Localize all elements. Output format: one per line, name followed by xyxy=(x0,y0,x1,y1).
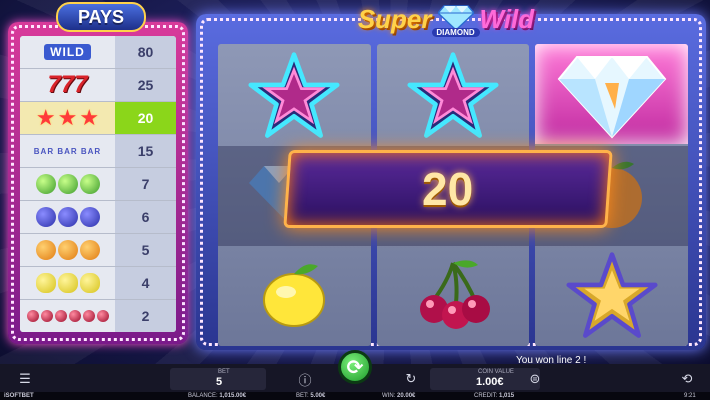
balance-label: BALANCE: xyxy=(188,393,218,399)
star-symbol xyxy=(218,46,371,146)
watermelon-symbol-icon xyxy=(20,168,115,200)
bar-symbol-icon: BAR BAR BAR xyxy=(20,135,115,167)
bet-status-value: 5.00€ xyxy=(310,393,326,399)
pay-value: 4 xyxy=(115,267,176,299)
wild-symbol-icon: WILD xyxy=(20,36,115,68)
star-symbol xyxy=(535,246,688,346)
star-symbol-icon: ★ ★ ★ xyxy=(20,102,115,134)
pay-value: 20 xyxy=(115,102,176,134)
pay-value: 5 xyxy=(115,234,176,266)
pay-row-star: ★ ★ ★ 20 xyxy=(20,102,176,135)
logo-badge: DIAMOND xyxy=(431,28,480,37)
lemon-symbol-icon xyxy=(20,267,115,299)
win-amount: 20 xyxy=(422,163,474,215)
autoplay-icon[interactable]: ↻ xyxy=(402,370,420,388)
logo-word-wild: Wild xyxy=(479,3,535,34)
status-bar: iSOFTBET BALANCE: 1,015.00€ BET: 5.00€ W… xyxy=(0,392,710,400)
pay-value: 15 xyxy=(115,135,176,167)
pay-value: 6 xyxy=(115,201,176,233)
win-amount-banner: 20 xyxy=(283,150,613,228)
pay-row-wild: WILD 80 xyxy=(20,36,176,69)
info-icon[interactable]: ⓘ xyxy=(296,370,314,388)
logo-word-super: Super xyxy=(357,3,432,34)
pay-row-watermelon: 7 xyxy=(20,168,176,201)
diamond-logo-icon: DIAMOND xyxy=(431,4,480,37)
pay-value: 7 xyxy=(115,168,176,200)
coin-value-label: COIN VALUE xyxy=(478,369,514,375)
game-stage: PAYS WILD 80 777 25 ★ ★ ★ 20 BAR BAR BAR… xyxy=(0,0,710,370)
pay-row-bar: BAR BAR BAR 15 xyxy=(20,135,176,168)
paytable-panel: WILD 80 777 25 ★ ★ ★ 20 BAR BAR BAR 15 7… xyxy=(8,22,188,344)
orange-symbol-icon xyxy=(20,234,115,266)
bet-selector[interactable]: BET 5 xyxy=(170,368,266,390)
balance-status: BALANCE: 1,015.00€ xyxy=(188,392,246,400)
balance-value: 1,015.00€ xyxy=(219,393,247,399)
clock: 9:21 xyxy=(684,393,696,399)
bet-status: BET: 5.00€ xyxy=(296,392,325,400)
win-status-value: 20.00€ xyxy=(397,393,416,399)
win-status-label: WIN: xyxy=(382,393,396,399)
lemon-symbol xyxy=(218,246,371,346)
credit-label: CREDIT: xyxy=(474,393,498,399)
credit-status: CREDIT: 1,015 xyxy=(474,392,514,400)
diamond-symbol xyxy=(535,44,689,144)
pay-row-orange: 5 xyxy=(20,234,176,267)
pay-row-plum: 6 xyxy=(20,201,176,234)
game-logo: Super DIAMOND Wild xyxy=(316,2,576,37)
pay-value: 80 xyxy=(115,36,176,68)
bet-label: BET xyxy=(218,369,230,375)
pay-value: 25 xyxy=(115,69,176,101)
coins-icon[interactable]: ⊜ xyxy=(526,370,544,388)
menu-icon[interactable]: ☰ xyxy=(16,370,34,388)
win-message: You won line 2 ! xyxy=(516,355,587,366)
pay-row-lemon: 4 xyxy=(20,267,176,300)
coin-value-selector[interactable]: COIN VALUE 1.00€ xyxy=(430,368,540,390)
brand-label: iSOFTBET xyxy=(4,393,34,399)
star-symbol xyxy=(377,46,530,146)
coin-value: 1.00€ xyxy=(476,376,504,388)
history-icon[interactable]: ⟲ xyxy=(678,370,696,388)
pay-row-seven: 777 25 xyxy=(20,69,176,102)
credit-value: 1,015 xyxy=(499,393,515,399)
cherries-symbol xyxy=(377,246,530,346)
pay-row-cherry: 2 xyxy=(20,300,176,332)
paytable-rows: WILD 80 777 25 ★ ★ ★ 20 BAR BAR BAR 15 7… xyxy=(20,36,176,332)
seven-symbol-icon: 777 xyxy=(20,69,115,101)
cherry-symbol-icon xyxy=(20,300,115,332)
bet-value: 5 xyxy=(216,376,223,388)
bet-status-label: BET: xyxy=(296,393,309,399)
spin-button[interactable]: ⟳ xyxy=(338,350,372,384)
pay-value: 2 xyxy=(115,300,176,332)
plum-symbol-icon xyxy=(20,201,115,233)
win-status: WIN: 20.00€ xyxy=(382,392,415,400)
paytable-title: PAYS xyxy=(56,2,146,32)
